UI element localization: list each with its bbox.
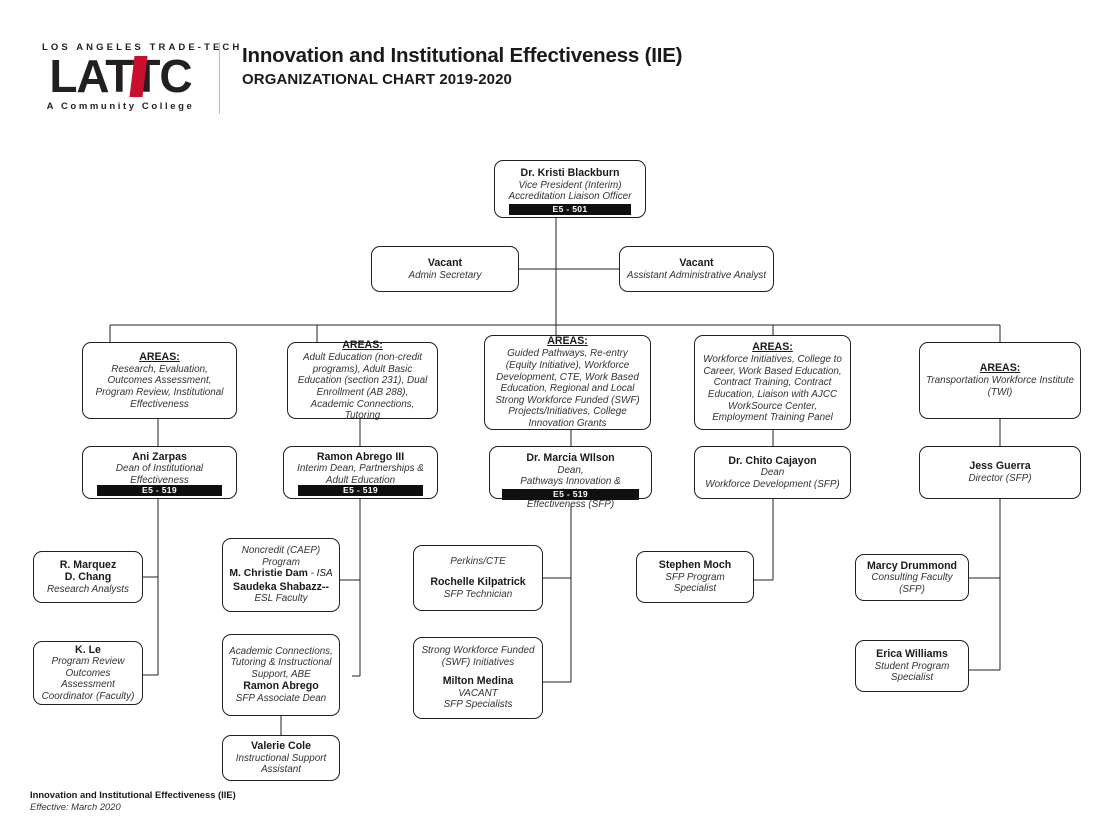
kilpatrick-name: Rochelle Kilpatrick bbox=[430, 576, 526, 589]
wilson-title-1: Dean, bbox=[557, 464, 584, 476]
node-academic-connections[interactable]: Academic Connections, Tutoring & Instruc… bbox=[222, 634, 340, 716]
cajayon-title-2: Workforce Development (SFP) bbox=[705, 478, 840, 490]
admin-analyst-title: Assistant Administrative Analyst bbox=[626, 269, 767, 281]
christie-dam-suffix: - ISA bbox=[307, 568, 333, 580]
abrego3-name: Ramon Abrego III bbox=[316, 450, 405, 463]
academic-connections-pre-1: Academic Connections, bbox=[229, 645, 333, 657]
node-areas-research[interactable]: AREAS: Research, Evaluation, Outcomes As… bbox=[82, 342, 237, 419]
areas-3-heading: AREAS: bbox=[547, 335, 588, 348]
moch-name: Stephen Moch bbox=[658, 559, 732, 572]
admin-secretary-name: Vacant bbox=[427, 256, 463, 269]
medina-title-1: VACANT bbox=[458, 687, 498, 699]
abrego3-title-1: Interim Dean, Partnerships & bbox=[297, 463, 424, 475]
kle-title-2: Outcomes Assessment bbox=[61, 667, 115, 691]
cole-title-2: Assistant bbox=[260, 764, 302, 776]
kle-title-1: Program Review bbox=[51, 656, 125, 668]
vp-code-badge: E5 - 501 bbox=[509, 204, 631, 215]
node-chito-cajayon[interactable]: Dr. Chito Cajayon Dean Workforce Develop… bbox=[694, 446, 851, 499]
moch-title-2: Specialist bbox=[673, 583, 717, 595]
abrego3-code-badge: E5 - 519 bbox=[298, 485, 423, 496]
medina-pre-2: (SWF) Initiatives bbox=[441, 656, 515, 668]
footer-department: Innovation and Institutional Effectivene… bbox=[30, 789, 236, 800]
node-research-analysts[interactable]: R. Marquez D. Chang Research Analysts bbox=[33, 551, 143, 603]
areas-5-heading: AREAS: bbox=[979, 362, 1021, 375]
zarpas-code-badge: E5 - 519 bbox=[97, 485, 222, 496]
admin-analyst-name: Vacant bbox=[679, 256, 714, 269]
medina-name: Milton Medina bbox=[442, 675, 514, 688]
node-areas-workforce[interactable]: AREAS: Workforce Initiatives, College to… bbox=[694, 335, 851, 430]
areas-1-heading: AREAS: bbox=[139, 350, 180, 363]
page-footer: Innovation and Institutional Effectivene… bbox=[30, 789, 236, 812]
footer-effective-date: Effective: March 2020 bbox=[30, 801, 121, 812]
zarpas-title-1: Dean of Institutional bbox=[115, 463, 204, 475]
areas-3-body: Guided Pathways, Re-entry (Equity Initia… bbox=[495, 348, 640, 429]
moch-title-1: SFP Program bbox=[665, 571, 725, 583]
christie-dam-line: M. Christie Dam - ISA bbox=[229, 568, 332, 581]
research-analysts-title: Research Analysts bbox=[47, 583, 129, 595]
zarpas-name: Ani Zarpas bbox=[132, 450, 187, 463]
ewilliams-title-1: Student Program bbox=[874, 660, 950, 672]
esl-faculty-title: ESL Faculty bbox=[254, 593, 308, 605]
areas-2-heading: AREAS: bbox=[342, 339, 383, 352]
node-erica-williams[interactable]: Erica Williams Student Program Specialis… bbox=[855, 640, 969, 692]
node-areas-adult-education[interactable]: AREAS: Adult Education (non-credit progr… bbox=[287, 339, 438, 422]
guerra-name: Jess Guerra bbox=[969, 460, 1031, 473]
guerra-title-1: Director (SFP) bbox=[968, 473, 1032, 484]
areas-4-heading: AREAS: bbox=[752, 341, 793, 354]
ramon-abrego-title: SFP Associate Dean bbox=[235, 692, 327, 704]
cole-name: Valerie Cole bbox=[250, 740, 312, 753]
node-rochelle-kilpatrick[interactable]: Perkins/CTE Rochelle Kilpatrick SFP Tech… bbox=[413, 545, 543, 611]
node-marcia-wilson[interactable]: Dr. Marcia WIlson Dean, Pathways Innovat… bbox=[489, 446, 652, 510]
noncredit-pre-1: Noncredit (CAEP) bbox=[241, 545, 321, 557]
marquez-name: R. Marquez bbox=[59, 558, 117, 571]
org-chart: Dr. Kristi Blackburn Vice President (Int… bbox=[0, 0, 1100, 838]
node-stephen-moch[interactable]: Stephen Moch SFP Program Specialist bbox=[636, 551, 754, 603]
wilson-title-3: Effectiveness (SFP) bbox=[526, 499, 615, 511]
ewilliams-name: Erica Williams bbox=[876, 648, 948, 661]
node-ani-zarpas[interactable]: Ani Zarpas Dean of Institutional Effecti… bbox=[82, 446, 237, 499]
node-areas-twi[interactable]: AREAS: Transportation Workforce Institut… bbox=[919, 342, 1081, 419]
vp-title-1: Vice President (Interim) bbox=[518, 179, 622, 191]
vp-name: Dr. Kristi Blackburn bbox=[520, 167, 620, 180]
academic-connections-pre-2: Tutoring & Instructional bbox=[230, 657, 332, 669]
areas-5-body: Transportation Workforce Institute (TWI) bbox=[926, 375, 1074, 398]
shabazz-name: Saudeka Shabazz-- bbox=[233, 580, 329, 593]
areas-1-body: Research, Evaluation, Outcomes Assessmen… bbox=[95, 363, 224, 410]
kilpatrick-title-1: SFP Technician bbox=[443, 588, 513, 600]
node-noncredit-caep[interactable]: Noncredit (CAEP) Program M. Christie Dam… bbox=[222, 538, 340, 612]
node-admin-analyst[interactable]: Vacant Assistant Administrative Analyst bbox=[619, 246, 774, 292]
areas-4-body: Workforce Initiatives, College to Career… bbox=[703, 354, 842, 424]
vp-title-2: Accreditation Liaison Officer bbox=[508, 191, 632, 203]
node-marcy-drummond[interactable]: Marcy Drummond Consulting Faculty (SFP) bbox=[855, 554, 969, 601]
node-jess-guerra[interactable]: Jess Guerra Director (SFP) bbox=[919, 446, 1081, 499]
cajayon-name: Dr. Chito Cajayon bbox=[728, 454, 817, 467]
node-ramon-abrego-iii[interactable]: Ramon Abrego III Interim Dean, Partnersh… bbox=[283, 446, 438, 499]
kilpatrick-pre-1: Perkins/CTE bbox=[450, 555, 506, 567]
academic-connections-pre-3: Support, ABE bbox=[251, 668, 311, 680]
medina-pre-1: Strong Workforce Funded bbox=[421, 645, 535, 657]
cole-title-1: Instructional Support bbox=[235, 752, 327, 764]
node-valerie-cole[interactable]: Valerie Cole Instructional Support Assis… bbox=[222, 735, 340, 781]
cajayon-title-1: Dean bbox=[760, 467, 785, 479]
chang-name: D. Chang bbox=[64, 571, 112, 584]
ramon-abrego-name: Ramon Abrego bbox=[243, 680, 319, 693]
noncredit-pre-2: Program bbox=[262, 556, 300, 568]
node-admin-secretary[interactable]: Vacant Admin Secretary bbox=[371, 246, 519, 292]
node-vice-president[interactable]: Dr. Kristi Blackburn Vice President (Int… bbox=[494, 160, 646, 218]
ewilliams-title-2: Specialist bbox=[890, 672, 934, 684]
areas-2-body: Adult Education (non-credit programs), A… bbox=[297, 352, 428, 422]
node-k-le[interactable]: K. Le Program Review Outcomes Assessment… bbox=[33, 641, 143, 705]
medina-title-2: SFP Specialists bbox=[443, 699, 513, 711]
node-milton-medina[interactable]: Strong Workforce Funded (SWF) Initiative… bbox=[413, 637, 543, 719]
kle-title-3: Coordinator (Faculty) bbox=[41, 690, 135, 702]
admin-secretary-title: Admin Secretary bbox=[408, 269, 482, 281]
drummond-title-1: Consulting Faculty (SFP) bbox=[871, 572, 953, 595]
christie-dam-name: M. Christie Dam bbox=[229, 568, 308, 580]
kle-name: K. Le bbox=[75, 643, 101, 656]
node-areas-guided-pathways[interactable]: AREAS: Guided Pathways, Re-entry (Equity… bbox=[484, 335, 651, 430]
wilson-code-badge: E5 - 519 bbox=[502, 489, 639, 500]
drummond-name: Marcy Drummond bbox=[866, 559, 958, 572]
wilson-name: Dr. Marcia WIlson bbox=[526, 452, 615, 464]
